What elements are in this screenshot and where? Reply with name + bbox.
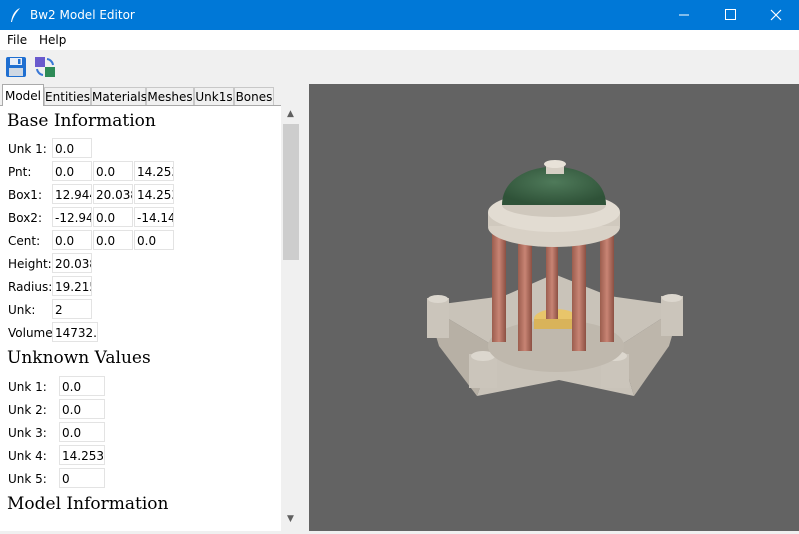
pnt-y-field[interactable]: 0.0 bbox=[93, 161, 133, 181]
height-label: Height: bbox=[8, 257, 52, 271]
close-icon bbox=[770, 9, 782, 21]
model-viewport[interactable] bbox=[309, 84, 799, 531]
minimize-button[interactable] bbox=[661, 0, 707, 30]
unknown-unk4-field[interactable]: 14.253 bbox=[59, 445, 105, 465]
unknown-unk2-field[interactable]: 0.0 bbox=[59, 399, 105, 419]
base-information-heading: Base Information bbox=[7, 111, 156, 131]
tab-strip: Model Entities Materials Meshes Unk1s Bo… bbox=[0, 84, 308, 106]
tab-meshes[interactable]: Meshes bbox=[146, 87, 194, 105]
toolbar bbox=[0, 50, 799, 83]
box2-y-field[interactable]: 0.0 bbox=[93, 207, 133, 227]
pnt-z-field[interactable]: 14.253 bbox=[134, 161, 174, 181]
radius-label: Radius: bbox=[8, 280, 53, 294]
radius-field[interactable]: 19.215 bbox=[52, 276, 92, 296]
save-icon bbox=[6, 57, 26, 77]
model-information-heading: Model Information bbox=[7, 494, 169, 514]
reload-icon bbox=[35, 57, 55, 77]
minimize-icon bbox=[679, 14, 689, 16]
height-field[interactable]: 20.038 bbox=[52, 253, 92, 273]
cent-label: Cent: bbox=[8, 234, 41, 248]
unknown-unk3-label: Unk 3: bbox=[8, 426, 47, 440]
volume-label: Volume: bbox=[8, 326, 57, 340]
unknown-values-heading: Unknown Values bbox=[7, 348, 151, 368]
tab-bones[interactable]: Bones bbox=[234, 87, 274, 105]
tab-entities[interactable]: Entities bbox=[44, 87, 91, 105]
pane-divider[interactable] bbox=[300, 84, 309, 531]
unk1-label: Unk 1: bbox=[8, 142, 47, 156]
volume-field[interactable]: 14732.68 bbox=[52, 322, 98, 342]
panel-scrollbar[interactable]: ▲ ▼ bbox=[281, 105, 300, 531]
unknown-unk2-label: Unk 2: bbox=[8, 403, 47, 417]
unknown-unk3-field[interactable]: 0.0 bbox=[59, 422, 105, 442]
model-panel: Base Information Unk 1: 0.0 Pnt: 0.0 0.0… bbox=[0, 105, 300, 531]
save-button[interactable] bbox=[4, 55, 28, 79]
cent-x-field[interactable]: 0.0 bbox=[52, 230, 92, 250]
scroll-up-icon[interactable]: ▲ bbox=[281, 106, 300, 123]
unk-field[interactable]: 2 bbox=[52, 299, 92, 319]
tab-model[interactable]: Model bbox=[2, 84, 44, 106]
unk1-field[interactable]: 0.0 bbox=[52, 138, 92, 158]
box2-x-field[interactable]: -12.944 bbox=[52, 207, 92, 227]
box2-z-field[interactable]: -14.148 bbox=[134, 207, 174, 227]
close-button[interactable] bbox=[753, 0, 799, 30]
pnt-label: Pnt: bbox=[8, 165, 32, 179]
unknown-unk5-field[interactable]: 0 bbox=[59, 468, 105, 488]
scroll-thumb[interactable] bbox=[283, 124, 299, 260]
unknown-unk4-label: Unk 4: bbox=[8, 449, 47, 463]
box1-z-field[interactable]: 14.253 bbox=[134, 184, 174, 204]
menu-bar: File Help bbox=[0, 30, 799, 50]
box1-y-field[interactable]: 20.038 bbox=[93, 184, 133, 204]
unknown-unk1-field[interactable]: 0.0 bbox=[59, 376, 105, 396]
maximize-button[interactable] bbox=[707, 0, 753, 30]
cent-z-field[interactable]: 0.0 bbox=[134, 230, 174, 250]
box2-label: Box2: bbox=[8, 211, 42, 225]
box1-x-field[interactable]: 12.944 bbox=[52, 184, 92, 204]
unk-label: Unk: bbox=[8, 303, 36, 317]
scroll-down-icon[interactable]: ▼ bbox=[281, 511, 300, 528]
temple-model-render bbox=[427, 160, 683, 396]
cent-y-field[interactable]: 0.0 bbox=[93, 230, 133, 250]
unknown-unk5-label: Unk 5: bbox=[8, 472, 47, 486]
pnt-x-field[interactable]: 0.0 bbox=[52, 161, 92, 181]
tab-materials[interactable]: Materials bbox=[91, 87, 147, 105]
tab-unk1s[interactable]: Unk1s bbox=[194, 87, 234, 105]
reload-button[interactable] bbox=[33, 55, 57, 79]
box1-label: Box1: bbox=[8, 188, 42, 202]
feather-icon bbox=[11, 8, 20, 22]
maximize-icon bbox=[725, 9, 736, 20]
unknown-unk1-label: Unk 1: bbox=[8, 380, 47, 394]
window-title: Bw2 Model Editor bbox=[30, 8, 135, 22]
menu-help[interactable]: Help bbox=[39, 33, 66, 47]
menu-file[interactable]: File bbox=[7, 33, 27, 47]
title-bar: Bw2 Model Editor bbox=[0, 0, 799, 30]
